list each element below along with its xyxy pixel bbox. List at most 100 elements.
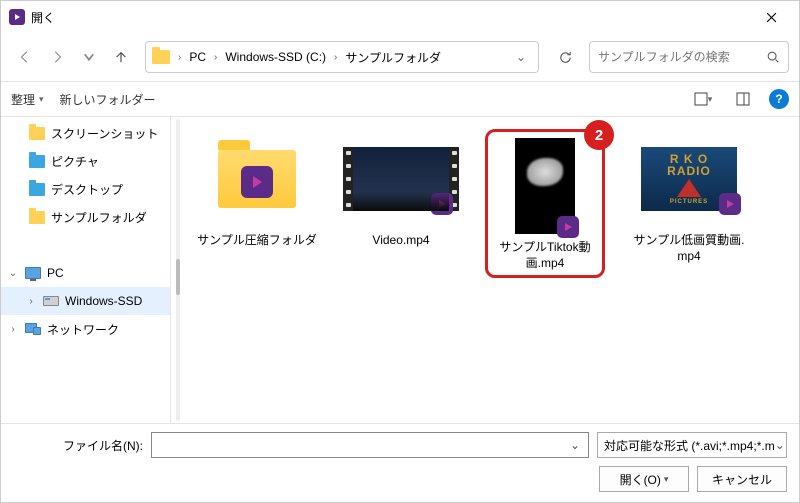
file-tile-tiktok[interactable]: 2 サンプルTiktok動画.mp4: [485, 129, 605, 278]
folder-large-icon: [218, 150, 296, 208]
chevron-down-icon: ▾: [39, 94, 44, 105]
expand-icon[interactable]: ›: [25, 296, 37, 307]
pane-icon: [736, 92, 750, 106]
filename-label: ファイル名(N):: [13, 437, 143, 454]
breadcrumb-seg-pc[interactable]: PC: [185, 48, 210, 66]
expand-icon[interactable]: ›: [7, 324, 19, 335]
chevron-down-icon: [82, 50, 96, 64]
up-button[interactable]: [107, 43, 135, 71]
arrow-right-icon: [50, 50, 64, 64]
triangle-icon: [677, 179, 701, 197]
breadcrumb-seg-drive[interactable]: Windows-SSD (C:): [221, 48, 330, 66]
breadcrumb-dropdown[interactable]: ⌄: [510, 50, 532, 64]
video-thumbnail: [515, 138, 575, 234]
play-icon: [241, 166, 273, 198]
expand-icon[interactable]: ⌄: [7, 268, 19, 279]
file-label: サンプル圧縮フォルダ: [197, 233, 317, 249]
refresh-icon: [558, 50, 573, 65]
sidebar-item-label: スクリーンショット: [51, 125, 158, 142]
sidebar-item-screenshots[interactable]: スクリーンショット: [1, 119, 170, 147]
search-box[interactable]: [589, 41, 789, 73]
scrollbar-thumb[interactable]: [176, 259, 180, 295]
cancel-label: キャンセル: [712, 471, 772, 488]
arrow-left-icon: [18, 50, 32, 64]
titlebar: 開く: [1, 1, 799, 33]
chevron-right-icon: ›: [176, 52, 183, 63]
file-pane[interactable]: サンプル圧縮フォルダ Video.mp4 2 サンプルTiktok動画.mp4 …: [171, 117, 799, 423]
folder-icon: [29, 211, 45, 224]
main-area: スクリーンショット ピクチャ デスクトップ サンプルフォルダ ⌄ PC › Wind…: [1, 117, 799, 423]
forward-button[interactable]: [43, 43, 71, 71]
nav-bar: › PC › Windows-SSD (C:) › サンプルフォルダ ⌄: [1, 33, 799, 81]
cancel-button[interactable]: キャンセル: [697, 466, 787, 492]
new-folder-label: 新しいフォルダー: [60, 91, 156, 108]
video-thumbnail: R K O RADIO PICTURES: [641, 147, 737, 211]
sidebar-item-desktop[interactable]: デスクトップ: [1, 175, 170, 203]
file-label: サンプル低画質動画.mp4: [629, 233, 749, 264]
network-icon: [25, 323, 41, 335]
toolbar: 整理 ▾ 新しいフォルダー ▾ ?: [1, 81, 799, 117]
play-icon: [557, 216, 579, 238]
sidebar-item-label: PC: [47, 266, 64, 280]
filename-field[interactable]: ⌄: [151, 432, 589, 458]
help-button[interactable]: ?: [769, 89, 789, 109]
file-tile-folder[interactable]: サンプル圧縮フォルダ: [197, 129, 317, 249]
sidebar-item-sample-folder[interactable]: サンプルフォルダ: [1, 203, 170, 231]
chevron-right-icon: ›: [332, 52, 339, 63]
sidebar-item-label: デスクトップ: [51, 181, 123, 198]
organize-menu[interactable]: 整理 ▾: [11, 91, 44, 108]
sidebar-item-network[interactable]: › ネットワーク: [1, 315, 170, 343]
recent-dropdown[interactable]: [75, 43, 103, 71]
sidebar: スクリーンショット ピクチャ デスクトップ サンプルフォルダ ⌄ PC › Wind…: [1, 117, 171, 423]
filename-input[interactable]: [156, 438, 566, 452]
thumb-text: RADIO: [667, 165, 711, 177]
play-icon: [719, 193, 741, 215]
sidebar-item-label: サンプルフォルダ: [51, 209, 147, 226]
close-button[interactable]: [751, 3, 791, 31]
pc-icon: [25, 267, 41, 279]
chevron-right-icon: ›: [212, 52, 219, 63]
sidebar-item-label: Windows-SSD: [65, 294, 142, 308]
organize-label: 整理: [11, 91, 35, 108]
video-thumbnail: [353, 147, 449, 211]
file-label: Video.mp4: [341, 233, 461, 249]
search-input[interactable]: [598, 50, 766, 64]
footer: ファイル名(N): ⌄ 対応可能な形式 (*.avi;*.mp4;*.m ⌄ 開…: [1, 423, 799, 502]
drive-icon: [43, 296, 59, 306]
app-icon: [9, 9, 25, 25]
sidebar-item-pictures[interactable]: ピクチャ: [1, 147, 170, 175]
folder-icon: [29, 127, 45, 140]
refresh-button[interactable]: [549, 41, 581, 73]
breadcrumb-seg-folder[interactable]: サンプルフォルダ: [341, 47, 445, 68]
sidebar-item-label: ピクチャ: [51, 153, 99, 170]
sidebar-item-pc[interactable]: ⌄ PC: [1, 259, 170, 287]
play-icon: [431, 193, 453, 215]
filmstrip-icon: [343, 147, 353, 211]
file-label: サンプルTiktok動画.mp4: [492, 240, 598, 271]
new-folder-button[interactable]: 新しいフォルダー: [60, 91, 156, 108]
chevron-down-icon: ▾: [708, 94, 713, 105]
view-icon: [694, 92, 708, 106]
filename-dropdown[interactable]: ⌄: [566, 438, 584, 452]
file-tile-lowres[interactable]: R K O RADIO PICTURES サンプル低画質動画.mp4: [629, 129, 749, 264]
preview-pane-button[interactable]: [729, 85, 757, 113]
thumb-text: PICTURES: [670, 199, 708, 205]
file-tile-video[interactable]: Video.mp4: [341, 129, 461, 249]
help-icon: ?: [775, 92, 782, 106]
chevron-down-icon: ⌄: [775, 438, 785, 452]
back-button[interactable]: [11, 43, 39, 71]
folder-icon: [152, 50, 170, 64]
sidebar-item-windows-ssd[interactable]: › Windows-SSD: [1, 287, 170, 315]
file-type-filter[interactable]: 対応可能な形式 (*.avi;*.mp4;*.m ⌄: [597, 432, 787, 458]
sidebar-item-label: ネットワーク: [47, 321, 119, 338]
folder-icon: [29, 183, 45, 196]
search-icon: [766, 50, 780, 64]
scrollbar[interactable]: [171, 117, 185, 423]
open-button[interactable]: 開く(O)▾: [599, 466, 689, 492]
window-title: 開く: [31, 9, 55, 26]
open-label: 開く(O): [620, 471, 661, 488]
view-mode-button[interactable]: ▾: [689, 85, 717, 113]
folder-icon: [29, 155, 45, 168]
breadcrumb[interactable]: › PC › Windows-SSD (C:) › サンプルフォルダ ⌄: [145, 41, 539, 73]
chevron-down-icon: ▾: [664, 474, 669, 485]
